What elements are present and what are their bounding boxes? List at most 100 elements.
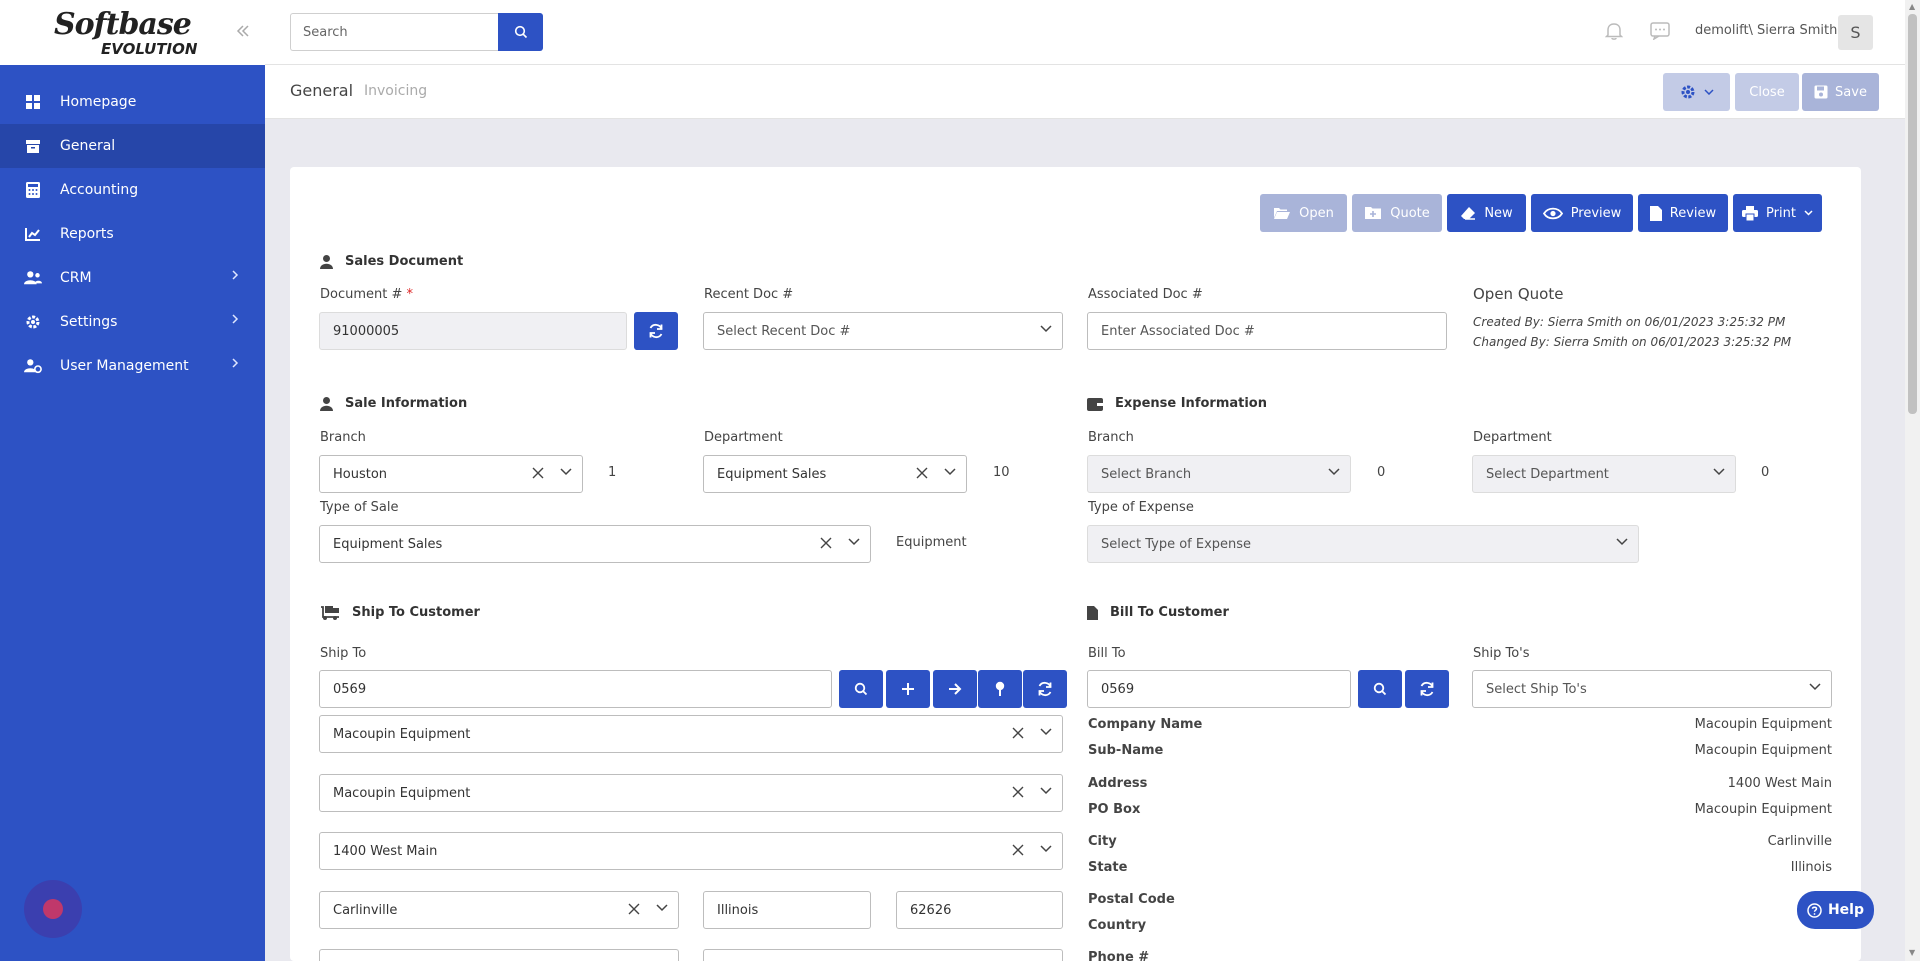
quote-folder-plus-icon — [1365, 207, 1382, 219]
ship-to-zip-value: 62626 — [910, 902, 952, 918]
notifications-bell-icon[interactable] — [1604, 21, 1624, 45]
ship-to-add-button[interactable] — [886, 670, 930, 708]
bill-to-po-box-key: PO Box — [1088, 802, 1141, 817]
ship-tos-select[interactable]: Select Ship To's — [1472, 670, 1832, 708]
clear-x-icon[interactable] — [1012, 844, 1024, 856]
recent-doc-select[interactable]: Select Recent Doc # — [703, 312, 1063, 350]
ship-to-search-button[interactable] — [839, 670, 883, 708]
user-name[interactable]: demolift\ Sierra Smith — [1695, 23, 1837, 38]
type-of-sale-code: Equipment — [896, 535, 967, 550]
ship-to-company-select[interactable]: Macoupin Equipment — [319, 715, 1063, 753]
clear-x-icon[interactable] — [1012, 786, 1024, 798]
ship-to-address-select[interactable]: 1400 West Main — [319, 832, 1063, 870]
close-button[interactable]: Close — [1735, 73, 1799, 111]
sale-department-code: 10 — [993, 465, 1010, 480]
sale-branch-select[interactable]: Houston — [319, 455, 583, 493]
review-button[interactable]: Review — [1638, 194, 1728, 232]
scroll-down-arrow-icon[interactable]: ▼ — [1909, 948, 1915, 957]
quote-button-label: Quote — [1390, 205, 1430, 221]
chat-widget-button[interactable] — [24, 880, 82, 938]
bill-to-search-button[interactable] — [1358, 670, 1402, 708]
type-of-sale-select[interactable]: Equipment Sales — [319, 525, 871, 563]
search-input[interactable] — [290, 13, 503, 51]
sidebar-item-crm[interactable]: CRM — [0, 256, 265, 300]
clear-x-icon[interactable] — [916, 467, 928, 479]
bill-to-input[interactable]: 0569 — [1087, 670, 1351, 708]
bill-to-state-key: State — [1088, 860, 1128, 875]
ship-to-city-value: Carlinville — [333, 902, 398, 918]
preview-button-label: Preview — [1570, 205, 1622, 221]
file-icon — [1649, 205, 1662, 221]
document-number-field[interactable]: 91000005 — [319, 312, 627, 350]
sidebar: Softbase EVOLUTION Homepage General Acco… — [0, 0, 265, 961]
expense-branch-select[interactable]: Select Branch — [1087, 455, 1351, 493]
homepage-grid-icon — [24, 94, 42, 110]
wallet-icon — [1087, 397, 1103, 411]
clear-x-icon[interactable] — [1012, 727, 1024, 739]
sidebar-item-label: CRM — [60, 270, 92, 286]
sale-department-value: Equipment Sales — [717, 466, 827, 482]
new-button[interactable]: New — [1447, 194, 1526, 232]
expense-branch-label: Branch — [1088, 430, 1134, 445]
help-button[interactable]: Help — [1797, 891, 1874, 929]
document-number-label-text: Document # — [320, 287, 403, 302]
ship-to-city-select[interactable]: Carlinville — [319, 891, 679, 929]
clear-x-icon[interactable] — [532, 467, 544, 479]
sidebar-item-accounting[interactable]: Accounting — [0, 168, 265, 212]
save-button[interactable]: Save — [1802, 73, 1879, 111]
ship-to-extra-field[interactable] — [319, 949, 679, 961]
ship-to-map-pin-button[interactable] — [978, 670, 1022, 708]
open-button[interactable]: Open — [1260, 194, 1347, 232]
bill-to-customer-title: Bill To Customer — [1087, 605, 1229, 620]
settings-dropdown-button[interactable] — [1663, 73, 1730, 111]
bill-to-refresh-button[interactable] — [1405, 670, 1449, 708]
sale-department-select[interactable]: Equipment Sales — [703, 455, 967, 493]
sidebar-item-general[interactable]: General — [0, 124, 265, 168]
reports-chart-icon — [24, 226, 42, 242]
scroll-up-arrow-icon[interactable]: ▲ — [1909, 2, 1915, 11]
clear-x-icon[interactable] — [628, 903, 640, 915]
chevron-down-icon — [656, 904, 668, 912]
eraser-icon — [1461, 207, 1476, 220]
sidebar-item-user-management[interactable]: User Management — [0, 344, 265, 388]
ship-to-zip-input[interactable]: 62626 — [896, 891, 1063, 929]
print-button-label: Print — [1766, 205, 1796, 221]
refresh-document-button[interactable] — [634, 312, 678, 350]
preview-button[interactable]: Preview — [1531, 194, 1633, 232]
ship-to-go-button[interactable] — [933, 670, 977, 708]
page-scrollbar[interactable]: ▲ ▼ — [1905, 0, 1920, 961]
bill-to-subname-key: Sub-Name — [1088, 743, 1164, 758]
breadcrumb-general[interactable]: General — [290, 81, 353, 100]
associated-doc-placeholder: Enter Associated Doc # — [1101, 323, 1255, 339]
breadcrumb-invoicing[interactable]: Invoicing — [364, 83, 427, 99]
required-asterisk: * — [406, 287, 414, 302]
search-icon — [1373, 682, 1387, 696]
plus-icon — [902, 683, 914, 695]
sales-document-title: Sales Document — [320, 254, 463, 269]
ship-to-extra-field-2[interactable] — [703, 949, 1063, 961]
ship-to-customer-title-text: Ship To Customer — [352, 605, 480, 620]
expense-branch-placeholder: Select Branch — [1101, 466, 1192, 482]
ship-to-refresh-button[interactable] — [1023, 670, 1067, 708]
print-button[interactable]: Print — [1733, 194, 1822, 232]
messages-icon[interactable] — [1650, 22, 1670, 44]
ship-to-subname-select[interactable]: Macoupin Equipment — [319, 774, 1063, 812]
search-button[interactable] — [498, 13, 543, 51]
sidebar-item-settings[interactable]: Settings — [0, 300, 265, 344]
associated-doc-input[interactable]: Enter Associated Doc # — [1087, 312, 1447, 350]
ship-to-input[interactable]: 0569 — [319, 670, 832, 708]
ship-to-state-input[interactable]: Illinois — [703, 891, 871, 929]
type-of-expense-select[interactable]: Select Type of Expense — [1087, 525, 1639, 563]
collapse-sidebar-icon[interactable] — [236, 22, 250, 43]
type-of-expense-placeholder: Select Type of Expense — [1101, 536, 1252, 552]
scroll-thumb[interactable] — [1908, 14, 1917, 414]
sidebar-item-reports[interactable]: Reports — [0, 212, 265, 256]
bill-to-city-value: Carlinville — [1767, 834, 1832, 849]
expense-department-select[interactable]: Select Department — [1472, 455, 1736, 493]
clear-x-icon[interactable] — [820, 537, 832, 549]
quote-button[interactable]: Quote — [1352, 194, 1442, 232]
sidebar-item-homepage[interactable]: Homepage — [0, 80, 265, 124]
sale-department-label: Department — [704, 430, 783, 445]
avatar[interactable]: S — [1838, 15, 1873, 50]
sale-branch-code: 1 — [608, 465, 617, 480]
